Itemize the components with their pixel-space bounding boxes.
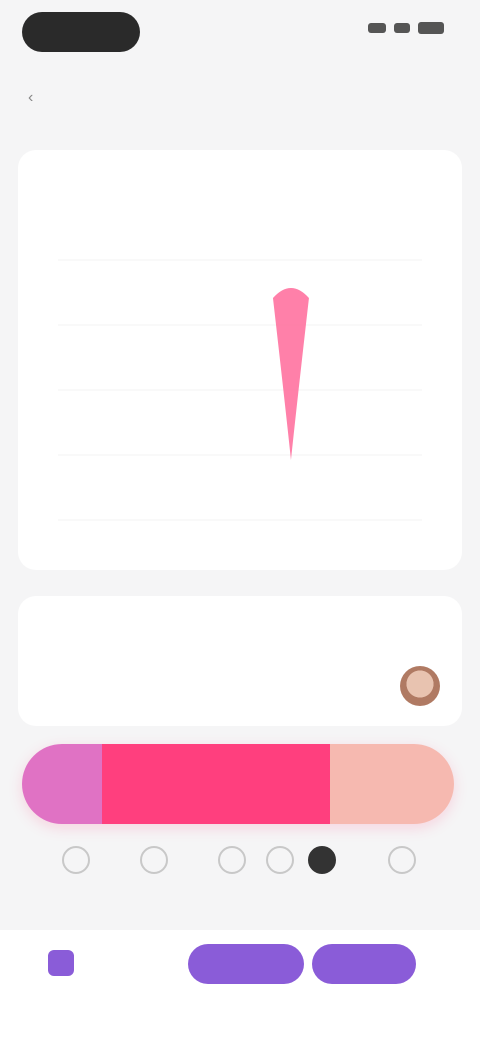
chart-area [38, 250, 442, 560]
action-button-1[interactable] [188, 944, 304, 984]
tab-2-icon [140, 846, 168, 874]
page-header: ‹ [0, 78, 480, 134]
avatar[interactable] [400, 666, 440, 706]
tab-3-icon [218, 846, 246, 874]
chart-svg [58, 259, 422, 521]
tab-4-icon [266, 846, 294, 874]
tab-1-icon [62, 846, 90, 874]
status-time-pill [22, 12, 140, 52]
bottom-panel [0, 930, 480, 1040]
cycle-segment-3[interactable] [330, 744, 454, 824]
tab-6-icon [388, 846, 416, 874]
status-icons [368, 22, 444, 34]
wifi-icon [394, 23, 410, 33]
status-bar [0, 0, 480, 64]
summary-card [18, 596, 462, 726]
tab-2[interactable] [124, 846, 184, 906]
cycle-phase-bar[interactable] [22, 744, 454, 824]
chart-series-0-point-3 [272, 288, 309, 460]
signal-icon [368, 23, 386, 33]
chart-card [18, 150, 462, 570]
tab-row [0, 846, 480, 906]
tab-5-icon [308, 846, 336, 874]
tab-5[interactable] [292, 846, 352, 906]
cycle-segment-2[interactable] [102, 744, 330, 824]
tab-1[interactable] [46, 846, 106, 906]
chevron-left-icon: ‹ [28, 89, 34, 106]
battery-icon [418, 22, 444, 34]
cycle-segment-1[interactable] [22, 744, 102, 824]
legend-swatch [48, 950, 74, 976]
legend [48, 950, 84, 976]
back-button[interactable]: ‹ [28, 86, 88, 110]
tab-6[interactable] [372, 846, 432, 906]
action-button-2[interactable] [312, 944, 416, 984]
